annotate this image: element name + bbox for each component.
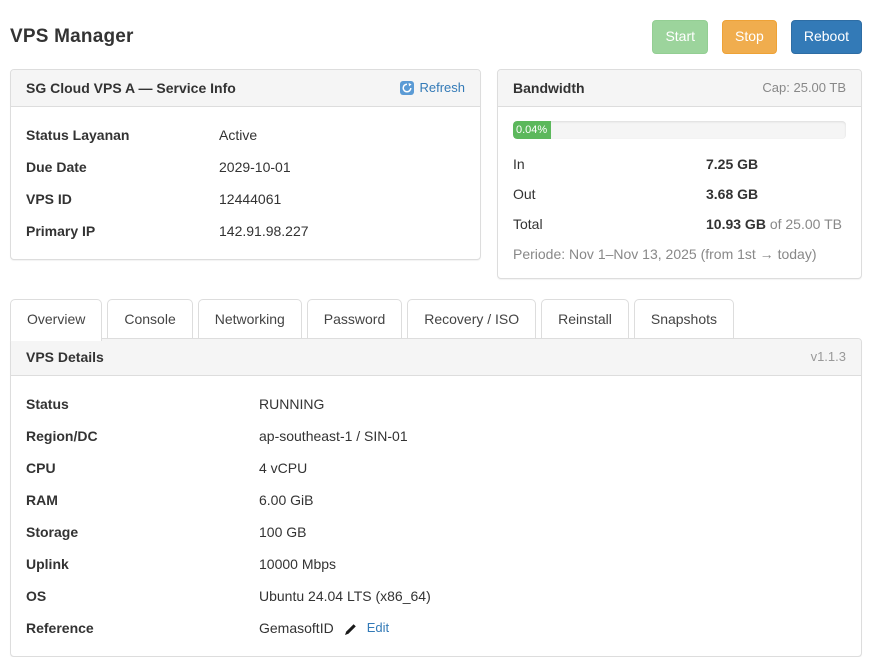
tab-console[interactable]: Console [107, 299, 192, 339]
page-title: VPS Manager [10, 26, 134, 48]
details-row-region: Region/DC ap-southeast-1 / SIN-01 [26, 420, 846, 452]
tab-password[interactable]: Password [307, 299, 402, 339]
row-value: 3.68 GB [706, 186, 758, 202]
tab-snapshots[interactable]: Snapshots [634, 299, 734, 339]
service-info-header: SG Cloud VPS A — Service Info Refresh [11, 70, 480, 107]
bandwidth-header: Bandwidth Cap: 25.00 TB [498, 70, 861, 107]
version-badge: v1.1.3 [811, 349, 846, 364]
tab-recovery-iso[interactable]: Recovery / ISO [407, 299, 536, 339]
row-label: Out [513, 184, 706, 204]
tab-networking[interactable]: Networking [198, 299, 302, 339]
row-value: Ubuntu 24.04 LTS (x86_64) [259, 586, 846, 606]
start-button[interactable]: Start [652, 20, 708, 54]
service-info-body: Status Layanan Active Due Date 2029-10-0… [11, 107, 480, 259]
bandwidth-body: 0.04% In 7.25 GB Out 3.68 GB Total 10.93… [498, 107, 861, 278]
bandwidth-title: Bandwidth [513, 80, 585, 96]
vps-details-panel: VPS Details v1.1.3 Status RUNNING Region… [10, 338, 862, 657]
row-label: Status Layanan [26, 125, 219, 145]
bandwidth-row-in: In 7.25 GB [513, 149, 846, 179]
bandwidth-cap: Cap: 25.00 TB [762, 80, 846, 95]
bandwidth-period: Periode: Nov 1–Nov 13, 2025 (from 1st → … [513, 239, 846, 266]
page-header: VPS Manager Start Stop Reboot [10, 20, 862, 54]
service-row-due-date: Due Date 2029-10-01 [26, 151, 465, 183]
details-row-status: Status RUNNING [26, 388, 846, 420]
bandwidth-progress-fill: 0.04% [513, 121, 551, 139]
vps-details-header: VPS Details v1.1.3 [11, 339, 861, 376]
vps-details-title: VPS Details [26, 349, 104, 365]
row-label: RAM [26, 490, 259, 510]
service-row-primary-ip: Primary IP 142.91.98.227 [26, 215, 465, 247]
row-label: Primary IP [26, 221, 219, 241]
details-row-storage: Storage 100 GB [26, 516, 846, 548]
bandwidth-row-total: Total 10.93 GB of 25.00 TB [513, 209, 846, 239]
tab-overview[interactable]: Overview [10, 299, 102, 341]
row-label: In [513, 154, 706, 174]
top-panels-row: SG Cloud VPS A — Service Info Refresh St… [10, 69, 862, 279]
row-value: 10000 Mbps [259, 554, 846, 574]
service-info-title: SG Cloud VPS A — Service Info [26, 80, 236, 96]
row-label: Status [26, 394, 259, 414]
row-value: 4 vCPU [259, 458, 846, 478]
details-row-os: OS Ubuntu 24.04 LTS (x86_64) [26, 580, 846, 612]
row-label: Region/DC [26, 426, 259, 446]
details-row-cpu: CPU 4 vCPU [26, 452, 846, 484]
row-value: 6.00 GiB [259, 490, 846, 510]
details-row-uplink: Uplink 10000 Mbps [26, 548, 846, 580]
stop-button[interactable]: Stop [722, 20, 777, 54]
row-label: OS [26, 586, 259, 606]
power-actions: Start Stop Reboot [652, 20, 862, 54]
vps-tabs: Overview Console Networking Password Rec… [10, 299, 862, 339]
tab-reinstall[interactable]: Reinstall [541, 299, 629, 339]
row-label: Storage [26, 522, 259, 542]
row-value: 7.25 GB [706, 156, 758, 172]
row-suffix: of 25.00 TB [766, 216, 842, 232]
details-row-reference: Reference GemasoftID Edit [26, 612, 846, 644]
vps-manager-page: VPS Manager Start Stop Reboot SG Cloud V… [0, 0, 882, 657]
refresh-button[interactable]: Refresh [400, 80, 465, 95]
row-value: 12444061 [219, 189, 465, 209]
row-label: Uplink [26, 554, 259, 574]
service-row-vps-id: VPS ID 12444061 [26, 183, 465, 215]
row-value: 100 GB [259, 522, 846, 542]
vps-details-body: Status RUNNING Region/DC ap-southeast-1 … [11, 376, 861, 656]
row-label: CPU [26, 458, 259, 478]
row-value: ap-southeast-1 / SIN-01 [259, 426, 846, 446]
row-value: GemasoftID [259, 618, 334, 638]
reboot-button[interactable]: Reboot [791, 20, 862, 54]
row-label: Due Date [26, 157, 219, 177]
bandwidth-panel: Bandwidth Cap: 25.00 TB 0.04% In 7.25 GB… [497, 69, 862, 279]
details-row-ram: RAM 6.00 GiB [26, 484, 846, 516]
pencil-icon [344, 621, 357, 634]
row-value: RUNNING [259, 394, 846, 414]
refresh-icon [400, 81, 414, 95]
row-label: VPS ID [26, 189, 219, 209]
row-label: Reference [26, 618, 259, 638]
row-label: Total [513, 214, 706, 234]
bandwidth-progress-track: 0.04% [513, 121, 846, 139]
service-row-status: Status Layanan Active [26, 119, 465, 151]
service-info-panel: SG Cloud VPS A — Service Info Refresh St… [10, 69, 481, 260]
row-value: Active [219, 125, 465, 145]
bandwidth-row-out: Out 3.68 GB [513, 179, 846, 209]
row-value: 2029-10-01 [219, 157, 465, 177]
row-value: 142.91.98.227 [219, 221, 465, 241]
edit-reference-link[interactable]: Edit [367, 618, 389, 638]
row-value: 10.93 GB [706, 216, 766, 232]
refresh-label: Refresh [419, 80, 465, 95]
